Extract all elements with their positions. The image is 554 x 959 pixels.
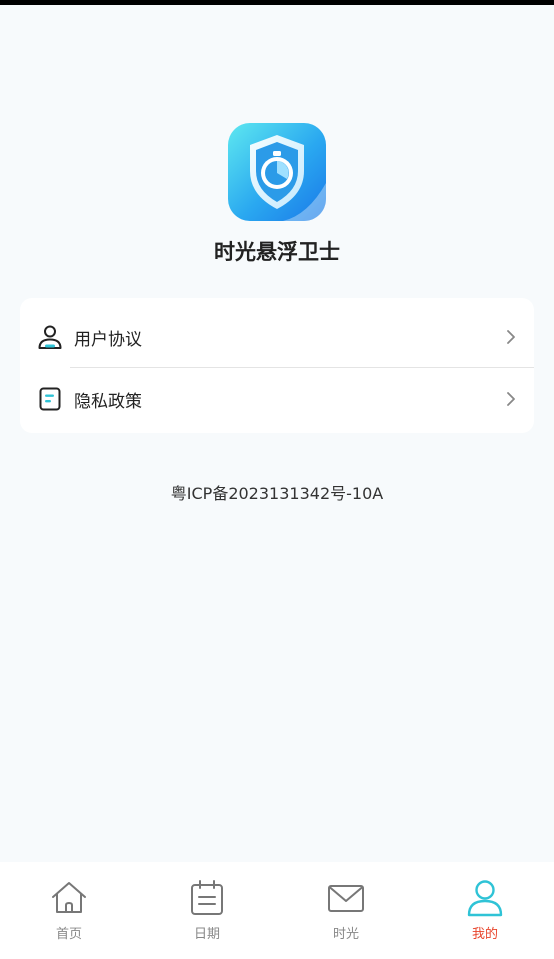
status-bar xyxy=(0,0,554,5)
shield-timer-icon xyxy=(228,123,326,221)
tab-time[interactable]: 时光 xyxy=(277,862,415,959)
icp-license-text[interactable]: 粤ICP备2023131342号-10A xyxy=(0,480,554,504)
menu-item-label: 隐私政策 xyxy=(74,391,142,412)
bottom-tab-bar: 首页 日期 时光 我的 xyxy=(0,862,554,959)
tab-profile[interactable]: 我的 xyxy=(416,862,554,959)
user-icon xyxy=(38,325,62,349)
tab-label: 日期 xyxy=(193,927,220,942)
app-name: 时光悬浮卫士 xyxy=(214,240,340,264)
tab-label: 时光 xyxy=(332,927,359,942)
tab-label: 首页 xyxy=(55,927,82,942)
menu-item-privacy-policy[interactable]: 隐私政策 xyxy=(20,368,534,430)
menu-card: 用户协议 隐私政策 xyxy=(20,298,534,433)
menu-item-label: 用户协议 xyxy=(74,329,142,350)
tab-label: 我的 xyxy=(471,927,498,942)
tab-calendar[interactable]: 日期 xyxy=(138,862,276,959)
mail-icon xyxy=(328,885,364,912)
calendar-icon xyxy=(191,880,223,915)
app-logo xyxy=(228,123,326,221)
tab-home[interactable]: 首页 xyxy=(0,862,138,959)
chevron-right-icon xyxy=(507,330,515,344)
profile-icon xyxy=(467,880,503,917)
chevron-right-icon xyxy=(507,392,515,406)
document-icon xyxy=(39,387,61,411)
home-icon xyxy=(52,882,86,913)
menu-item-user-agreement[interactable]: 用户协议 xyxy=(20,306,534,368)
